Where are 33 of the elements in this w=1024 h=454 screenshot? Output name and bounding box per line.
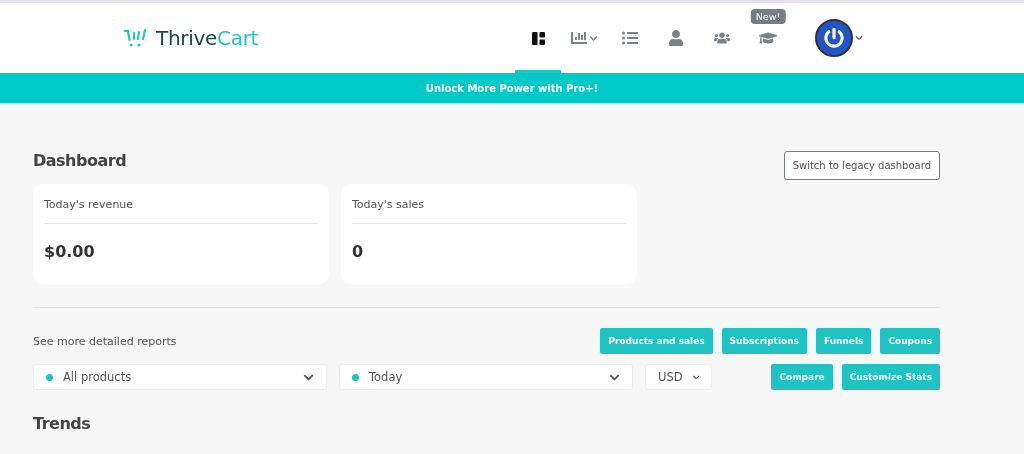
- user-icon: [668, 30, 684, 46]
- caret-icon: [588, 33, 598, 43]
- stat-label: Today's revenue: [44, 198, 318, 224]
- status-dot: [46, 373, 53, 381]
- team-icon: [714, 30, 730, 46]
- dashboard-icon: [531, 31, 545, 45]
- page-title: Dashboard: [33, 151, 127, 170]
- action-button[interactable]: Customize Stats: [841, 364, 940, 390]
- bar-chart-icon: [570, 30, 587, 46]
- caret-icon[interactable]: [855, 34, 863, 42]
- report-button[interactable]: Products and sales: [600, 328, 713, 354]
- action-button[interactable]: Compare: [771, 364, 833, 390]
- section-title: Trends: [33, 414, 92, 433]
- reports-label: See more detailed reports: [33, 334, 177, 348]
- avatar[interactable]: [815, 19, 853, 57]
- power-icon: [824, 28, 844, 48]
- cart-logo-icon: [124, 28, 148, 48]
- filter-dropdown[interactable]: Today: [339, 364, 633, 390]
- nav-tab[interactable]: New!: [745, 3, 791, 73]
- logo-text: ThriveCart: [156, 26, 259, 50]
- stat-value: 0: [352, 242, 365, 261]
- status-dot: [352, 373, 359, 381]
- report-button[interactable]: Coupons: [880, 328, 940, 354]
- report-button[interactable]: Funnels: [815, 328, 872, 354]
- legacy-dashboard-button[interactable]: Switch to legacy dashboard: [783, 151, 940, 180]
- report-button[interactable]: Subscriptions: [721, 328, 807, 354]
- filter-dropdown[interactable]: USD: [645, 364, 712, 390]
- filter-dropdown[interactable]: All products: [33, 364, 327, 390]
- stat-label: Today's sales: [352, 198, 626, 224]
- upgrade-banner[interactable]: Unlock More Power with Pro+!: [0, 73, 1024, 103]
- list-icon: [622, 30, 638, 46]
- new-badge: New!: [750, 9, 786, 24]
- stat-value: $0.00: [44, 242, 96, 261]
